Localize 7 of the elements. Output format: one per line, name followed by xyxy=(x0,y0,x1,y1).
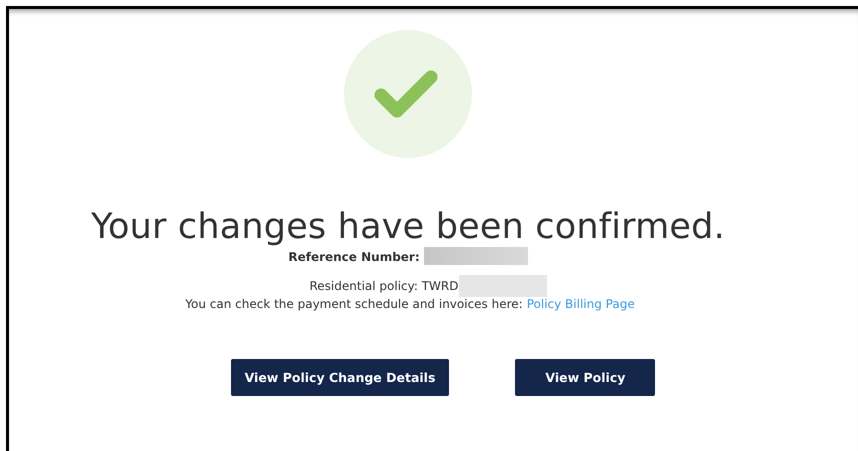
action-button[interactable]: View Policy xyxy=(515,359,656,396)
policy-label: Residential policy: TWRD xyxy=(310,279,458,293)
billing-text: You can check the payment schedule and invoices here: xyxy=(185,297,523,311)
confirmation-title: Your changes have been confirmed. xyxy=(91,207,725,247)
reference-label: Reference Number: xyxy=(288,250,420,264)
action-button[interactable]: View Policy Change Details xyxy=(230,359,450,396)
checkmark-icon xyxy=(343,29,473,159)
